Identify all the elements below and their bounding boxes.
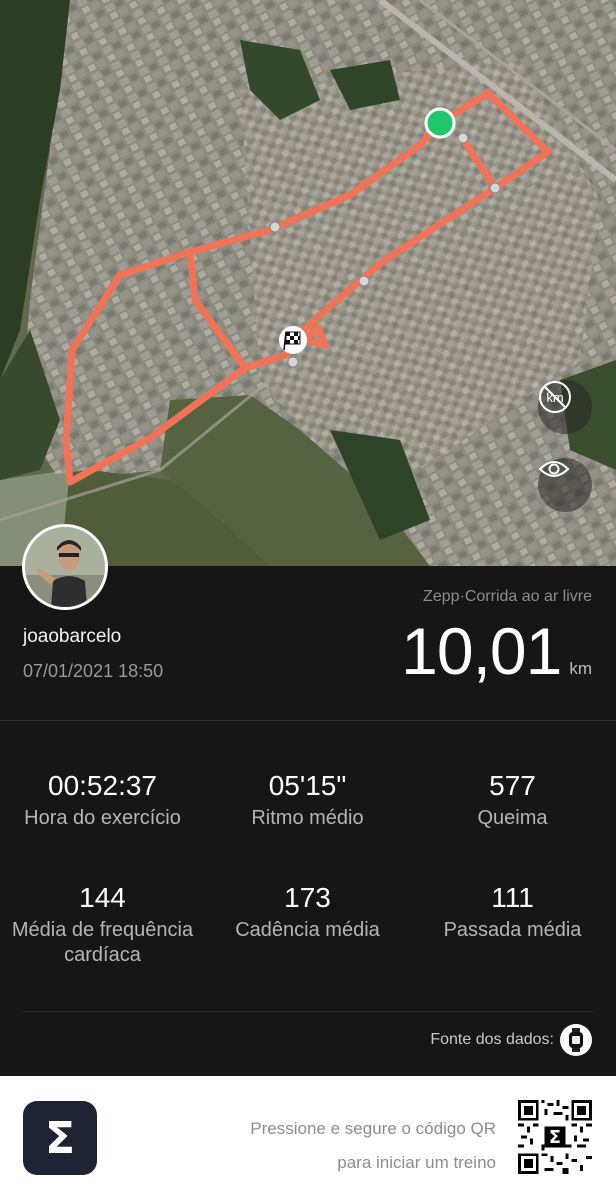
stat-average-pace: 05'15" Ritmo médio bbox=[205, 770, 410, 831]
visibility-button[interactable] bbox=[538, 458, 592, 512]
user-photo bbox=[25, 527, 105, 607]
stat-value: 144 bbox=[79, 882, 126, 913]
data-source: Fonte dos dados: bbox=[430, 1024, 592, 1056]
stat-value: 577 bbox=[489, 770, 536, 801]
stat-value: 173 bbox=[284, 882, 331, 913]
username: joaobarcelo bbox=[23, 626, 122, 647]
footer: Σ Pressione e segure o código QR para in… bbox=[0, 1076, 616, 1200]
start-marker bbox=[424, 107, 456, 139]
stat-label: Passada média bbox=[443, 919, 582, 941]
stat-value: 111 bbox=[491, 882, 534, 913]
workout-datetime: 07/01/2021 18:50 bbox=[23, 661, 164, 681]
stat-average-heart-rate: 144 Média de frequência cardíaca bbox=[0, 882, 205, 968]
stat-average-stride: 111 Passada média bbox=[410, 882, 615, 943]
app-logo-letter: Σ bbox=[44, 1112, 76, 1164]
stat-calories: 577 Queima bbox=[410, 770, 615, 831]
distance-display: 10,01 km bbox=[401, 613, 592, 689]
zepp-app-logo[interactable]: Σ bbox=[23, 1101, 97, 1175]
qr-instructions-line2: para iniciar um treino bbox=[337, 1153, 496, 1172]
stat-label: Cadência média bbox=[235, 919, 380, 941]
watch-icon bbox=[560, 1024, 592, 1056]
avatar[interactable] bbox=[22, 524, 108, 610]
eye-icon bbox=[538, 461, 570, 477]
qr-instructions: Pressione e segure o código QR para inic… bbox=[250, 1112, 496, 1180]
qr-instructions-line1: Pressione e segure o código QR bbox=[250, 1119, 496, 1138]
svg-text:Σ: Σ bbox=[549, 1128, 561, 1148]
finish-marker bbox=[279, 326, 307, 354]
stat-average-cadence: 173 Cadência média bbox=[205, 882, 410, 943]
hide-distance-button[interactable]: km bbox=[538, 380, 592, 434]
stat-exercise-time: 00:52:37 Hora do exercício bbox=[0, 770, 205, 831]
stat-value: 05'15" bbox=[268, 770, 347, 801]
data-source-label: Fonte dos dados: bbox=[430, 1031, 554, 1048]
sport-type: Zepp·Corrida ao ar livre bbox=[423, 588, 592, 605]
km-crossed-icon: km bbox=[539, 381, 571, 413]
stat-label: Ritmo médio bbox=[251, 807, 364, 829]
divider bbox=[0, 720, 616, 721]
stat-label: Média de frequência cardíaca bbox=[11, 919, 194, 966]
satellite-map bbox=[0, 0, 616, 566]
distance-unit: km bbox=[569, 659, 592, 678]
divider bbox=[23, 1011, 593, 1012]
stat-value: 00:52:37 bbox=[48, 770, 157, 801]
qr-code[interactable]: Σ bbox=[518, 1100, 592, 1174]
distance-value: 10,01 bbox=[401, 614, 562, 688]
route-map[interactable]: km bbox=[0, 0, 616, 566]
stat-label: Hora do exercício bbox=[24, 807, 181, 829]
stat-label: Queima bbox=[477, 807, 548, 829]
